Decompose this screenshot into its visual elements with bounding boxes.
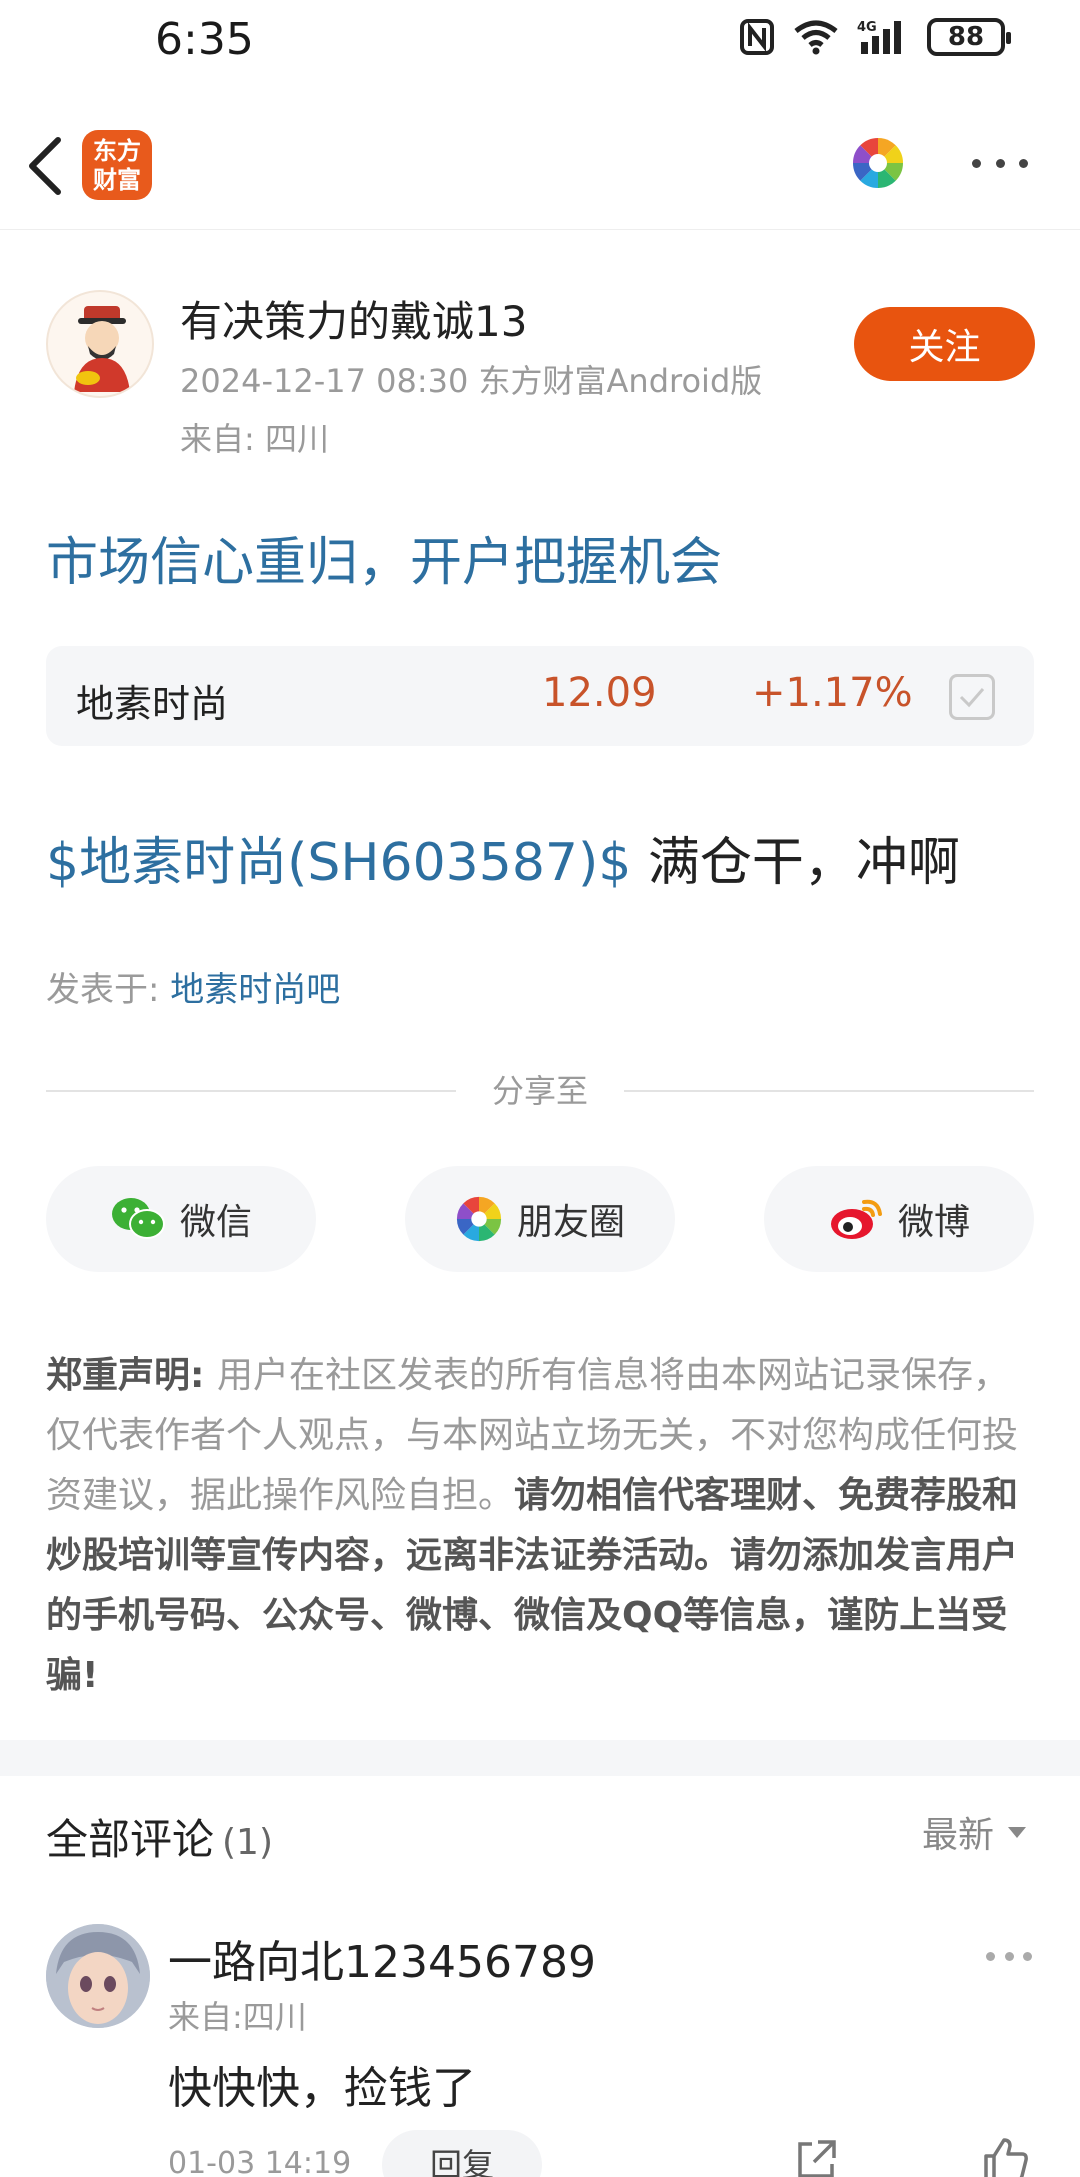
back-button[interactable] <box>22 136 72 196</box>
share-comment-button[interactable] <box>792 2136 840 2177</box>
pinwheel-icon <box>456 1196 502 1242</box>
nav-bar: 东方 财富 <box>0 100 1080 230</box>
sort-label: 最新 <box>922 1815 995 1856</box>
svg-text:4G: 4G <box>857 20 877 35</box>
posted-in: 发表于: 地素时尚吧 <box>46 962 340 1011</box>
section-divider <box>0 1740 1080 1776</box>
post-body: $地素时尚(SH603587)$ 满仓干，冲啊 <box>46 820 960 895</box>
app-logo[interactable]: 东方 财富 <box>82 130 152 200</box>
nfc-icon <box>740 19 774 55</box>
pinwheel-icon <box>852 137 904 189</box>
stock-link[interactable]: $地素时尚(SH603587)$ <box>46 833 631 893</box>
author-avatar[interactable] <box>46 290 154 398</box>
more-dot <box>995 158 1005 168</box>
share-title: 分享至 <box>491 1072 588 1110</box>
disclaimer: 郑重声明: 用户在社区发表的所有信息将由本网站记录保存，仅代表作者个人观点，与本… <box>46 1346 1038 1706</box>
commenter-location: 来自:四川 <box>168 1998 307 2036</box>
more-dot <box>986 1952 995 1961</box>
moments-share-button[interactable] <box>851 136 905 190</box>
chevron-left-icon <box>29 137 61 195</box>
disclaimer-label: 郑重声明: <box>46 1355 217 1396</box>
share-wechat-label: 微信 <box>179 1202 252 1243</box>
stock-name: 地素时尚 <box>76 682 229 726</box>
comment-text: 快快快，捡钱了 <box>168 2063 476 2114</box>
more-options-button[interactable] <box>968 138 1032 188</box>
like-button[interactable] <box>980 2134 1032 2177</box>
status-time: 6:35 <box>155 14 254 65</box>
comment-more-button[interactable] <box>986 1952 1032 1964</box>
stock-change: +1.17% <box>752 670 913 716</box>
forum-link[interactable]: 地素时尚吧 <box>170 970 340 1010</box>
battery-indicator: 88 <box>927 18 1011 56</box>
comment-time: 01-03 14:19 <box>168 2146 352 2177</box>
author-name[interactable]: 有决策力的戴诚13 <box>180 288 527 349</box>
status-icons: 4G 88 <box>739 18 1011 56</box>
comments-count: (1) <box>222 1822 274 1863</box>
add-watchlist-checkbox[interactable] <box>949 674 995 720</box>
posted-in-label: 发表于: <box>46 970 171 1010</box>
commenter-avatar[interactable] <box>46 1924 150 2028</box>
thumbs-up-icon <box>984 2138 1028 2177</box>
sort-dropdown[interactable]: 最新 <box>922 1806 1027 1858</box>
more-dot <box>1023 1952 1032 1961</box>
wifi-icon <box>794 20 838 55</box>
reply-button[interactable]: 回复 <box>382 2130 542 2177</box>
logo-text-2: 财富 <box>93 166 141 194</box>
commenter-name[interactable]: 一路向北123456789 <box>168 1926 596 1990</box>
more-dot <box>972 158 981 168</box>
stock-card[interactable]: 地素时尚 12.09 +1.17% <box>46 646 1034 746</box>
share-weibo-label: 微博 <box>897 1202 970 1243</box>
comments-header: 全部评论 (1) <box>46 1806 273 1867</box>
comments-title: 全部评论 <box>46 1815 215 1864</box>
post-title: 市场信心重归，开户把握机会 <box>46 533 723 593</box>
god-of-wealth-avatar-icon <box>74 306 130 392</box>
post-text: 满仓干，冲啊 <box>631 833 960 893</box>
post-meta: 2024-12-17 08:30 东方财富Android版 <box>180 362 763 400</box>
share-arrow-icon <box>798 2140 836 2177</box>
status-bar: 6:35 4G 88 <box>0 0 1080 90</box>
share-wechat-button[interactable]: 微信 <box>46 1166 316 1272</box>
more-dot <box>1004 1952 1014 1961</box>
more-dot <box>1019 158 1028 168</box>
logo-text-1: 东方 <box>93 137 141 165</box>
caret-down-icon <box>1008 1826 1027 1838</box>
checkmark-icon <box>959 688 985 708</box>
author-location: 来自: 四川 <box>180 420 329 458</box>
share-weibo-button[interactable]: 微博 <box>764 1166 1034 1272</box>
share-moments-label: 朋友圈 <box>516 1202 625 1243</box>
share-moments-button[interactable]: 朋友圈 <box>405 1166 675 1272</box>
anime-face-avatar-icon <box>46 1924 150 2028</box>
stock-price: 12.09 <box>542 670 657 716</box>
divider <box>624 1090 1034 1092</box>
signal-icon: 4G <box>857 20 901 54</box>
follow-button[interactable]: 关注 <box>854 307 1035 381</box>
weibo-icon <box>830 1199 882 1239</box>
wechat-icon <box>111 1198 165 1239</box>
